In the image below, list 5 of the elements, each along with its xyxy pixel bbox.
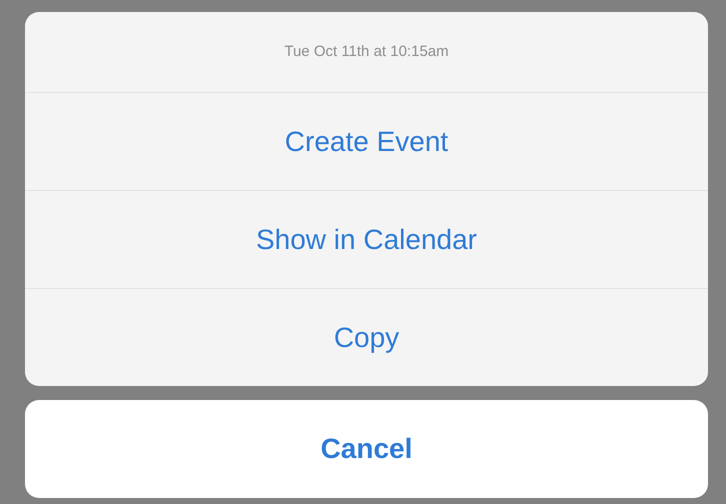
cancel-button[interactable]: Cancel [25, 400, 708, 498]
action-button[interactable]: Create Event [25, 92, 708, 190]
sheet-title: Tue Oct 11th at 10:15am [283, 42, 450, 62]
action-button[interactable]: Show in Calendar [25, 190, 708, 288]
action-button[interactable]: Copy [25, 288, 708, 386]
